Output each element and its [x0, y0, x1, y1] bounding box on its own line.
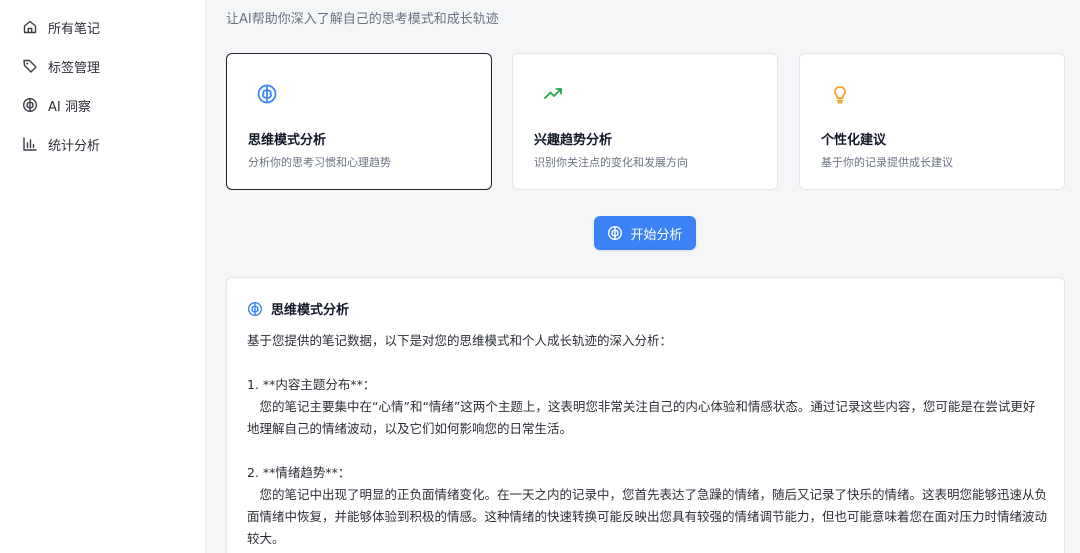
card-description: 分析你的思考习惯和心理趋势 — [248, 156, 391, 169]
card-personal-advice[interactable]: 个性化建议 基于你的记录提供成长建议 — [799, 53, 1065, 190]
brain-icon — [608, 225, 623, 241]
analysis-result-panel: 思维模式分析 基于您提供的笔记数据，以下是对您的思维模式和个人成长轨迹的深入分析… — [226, 277, 1065, 553]
main-content: 让AI帮助你深入了解自己的思考模式和成长轨迹 思维模式分析 分析你的思考习惯和心… — [206, 0, 1080, 553]
card-title: 个性化建议 — [821, 133, 887, 148]
sidebar-item-ai-insight[interactable]: AI 洞察 — [22, 93, 91, 117]
tag-icon — [23, 59, 37, 73]
sidebar-item-label: 统计分析 — [48, 138, 101, 154]
result-section-heading: 1. **内容主题分布**： — [247, 377, 376, 392]
result-section-body: 您的笔记主要集中在“心情”和“情绪”这两个主题上，这表明您非常关注自己的内心体验… — [247, 399, 1036, 436]
brain-icon — [22, 97, 38, 113]
sidebar-item-label: 所有笔记 — [48, 21, 101, 37]
brain-icon — [257, 84, 277, 104]
result-header: 思维模式分析 — [247, 299, 349, 318]
sidebar-item-tags[interactable]: 标签管理 — [22, 54, 100, 78]
sidebar: 所有笔记 标签管理 AI 洞察 统计分析 — [0, 0, 206, 553]
trending-up-icon — [544, 88, 562, 99]
brain-icon — [247, 301, 263, 316]
result-body: 基于您提供的笔记数据，以下是对您的思维模式和个人成长轨迹的深入分析： 1. **… — [247, 330, 1047, 550]
result-title: 思维模式分析 — [271, 303, 350, 318]
sidebar-item-label: AI 洞察 — [48, 99, 91, 115]
result-intro: 基于您提供的笔记数据，以下是对您的思维模式和个人成长轨迹的深入分析： — [247, 333, 673, 348]
card-title: 兴趣趋势分析 — [534, 133, 613, 148]
start-analysis-button[interactable]: 开始分析 — [594, 216, 696, 250]
home-icon — [23, 20, 37, 34]
bar-chart-icon — [23, 137, 37, 151]
page-subtitle: 让AI帮助你深入了解自己的思考模式和成长轨迹 — [226, 12, 499, 27]
card-description: 基于你的记录提供成长建议 — [821, 156, 953, 169]
card-title: 思维模式分析 — [248, 133, 327, 148]
sidebar-item-statistics[interactable]: 统计分析 — [22, 132, 100, 156]
start-analysis-label: 开始分析 — [630, 227, 683, 243]
card-thinking-pattern[interactable]: 思维模式分析 分析你的思考习惯和心理趋势 — [226, 53, 492, 190]
sidebar-item-label: 标签管理 — [48, 60, 101, 76]
card-interest-trend[interactable]: 兴趣趋势分析 识别你关注点的变化和发展方向 — [512, 53, 778, 190]
card-description: 识别你关注点的变化和发展方向 — [534, 156, 688, 169]
result-section-heading: 2. **情绪趋势**： — [247, 465, 351, 480]
result-section-body: 您的笔记中出现了明显的正负面情绪变化。在一天之内的记录中，您首先表达了急躁的情绪… — [247, 487, 1048, 546]
sidebar-item-all-notes[interactable]: 所有笔记 — [22, 15, 100, 39]
lightbulb-icon — [834, 86, 846, 104]
